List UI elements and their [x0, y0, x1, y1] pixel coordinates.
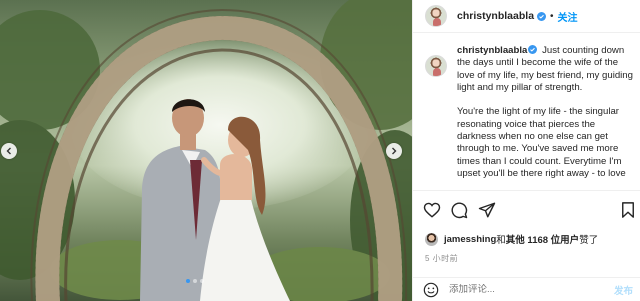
- comment-input[interactable]: [449, 284, 609, 295]
- carousel-indicator: [186, 279, 204, 283]
- liker-username[interactable]: jamesshing: [444, 234, 496, 245]
- carousel-dot: [200, 279, 204, 283]
- caption-username[interactable]: christynblaabla: [457, 45, 527, 56]
- emoji-icon[interactable]: [423, 282, 439, 298]
- follow-button[interactable]: 关注: [558, 9, 578, 24]
- next-slide-button[interactable]: [386, 143, 402, 159]
- chevron-left-icon: [6, 147, 11, 155]
- heart-icon[interactable]: [423, 201, 441, 219]
- header-username[interactable]: christynblaabla: [457, 10, 534, 22]
- post-photo[interactable]: [0, 0, 412, 301]
- likes-summary: jamesshing 和 其他 1168 位用户 赞了: [425, 232, 598, 246]
- liker-avatar[interactable]: [425, 232, 438, 246]
- chevron-right-icon: [392, 147, 397, 155]
- photo-illustration: [0, 0, 412, 301]
- caption-section: christynblaabla Just counting down the d…: [425, 45, 637, 190]
- likes-suffix: 赞了: [579, 235, 599, 246]
- comment-icon[interactable]: [450, 201, 468, 219]
- verified-badge-icon: [528, 45, 538, 54]
- verified-badge-icon: [537, 11, 547, 21]
- likes-others-link[interactable]: 其他 1168 位用户: [506, 232, 579, 246]
- share-icon[interactable]: [478, 201, 496, 219]
- post-timestamp[interactable]: 5 小时前: [425, 253, 458, 264]
- carousel-dot: [186, 279, 190, 283]
- caption-paragraph-2: You're the light of my life - the singul…: [457, 106, 626, 179]
- action-bar: [423, 201, 637, 221]
- comment-bar: 发布: [413, 277, 640, 301]
- header-separator: •: [550, 10, 554, 22]
- caption-avatar[interactable]: [425, 55, 447, 77]
- caption-text: christynblaabla Just counting down the d…: [457, 45, 635, 190]
- likes-and: 和: [496, 235, 506, 246]
- carousel-dot: [193, 279, 197, 283]
- previous-slide-button[interactable]: [1, 143, 17, 159]
- post-header: christynblaabla • 关注: [413, 0, 640, 33]
- post-side-panel: christynblaabla • 关注 christynblaabla Jus…: [412, 0, 640, 301]
- post-comment-button[interactable]: 发布: [614, 283, 633, 297]
- bookmark-icon[interactable]: [619, 201, 637, 219]
- divider: [413, 190, 640, 191]
- avatar[interactable]: [425, 5, 447, 27]
